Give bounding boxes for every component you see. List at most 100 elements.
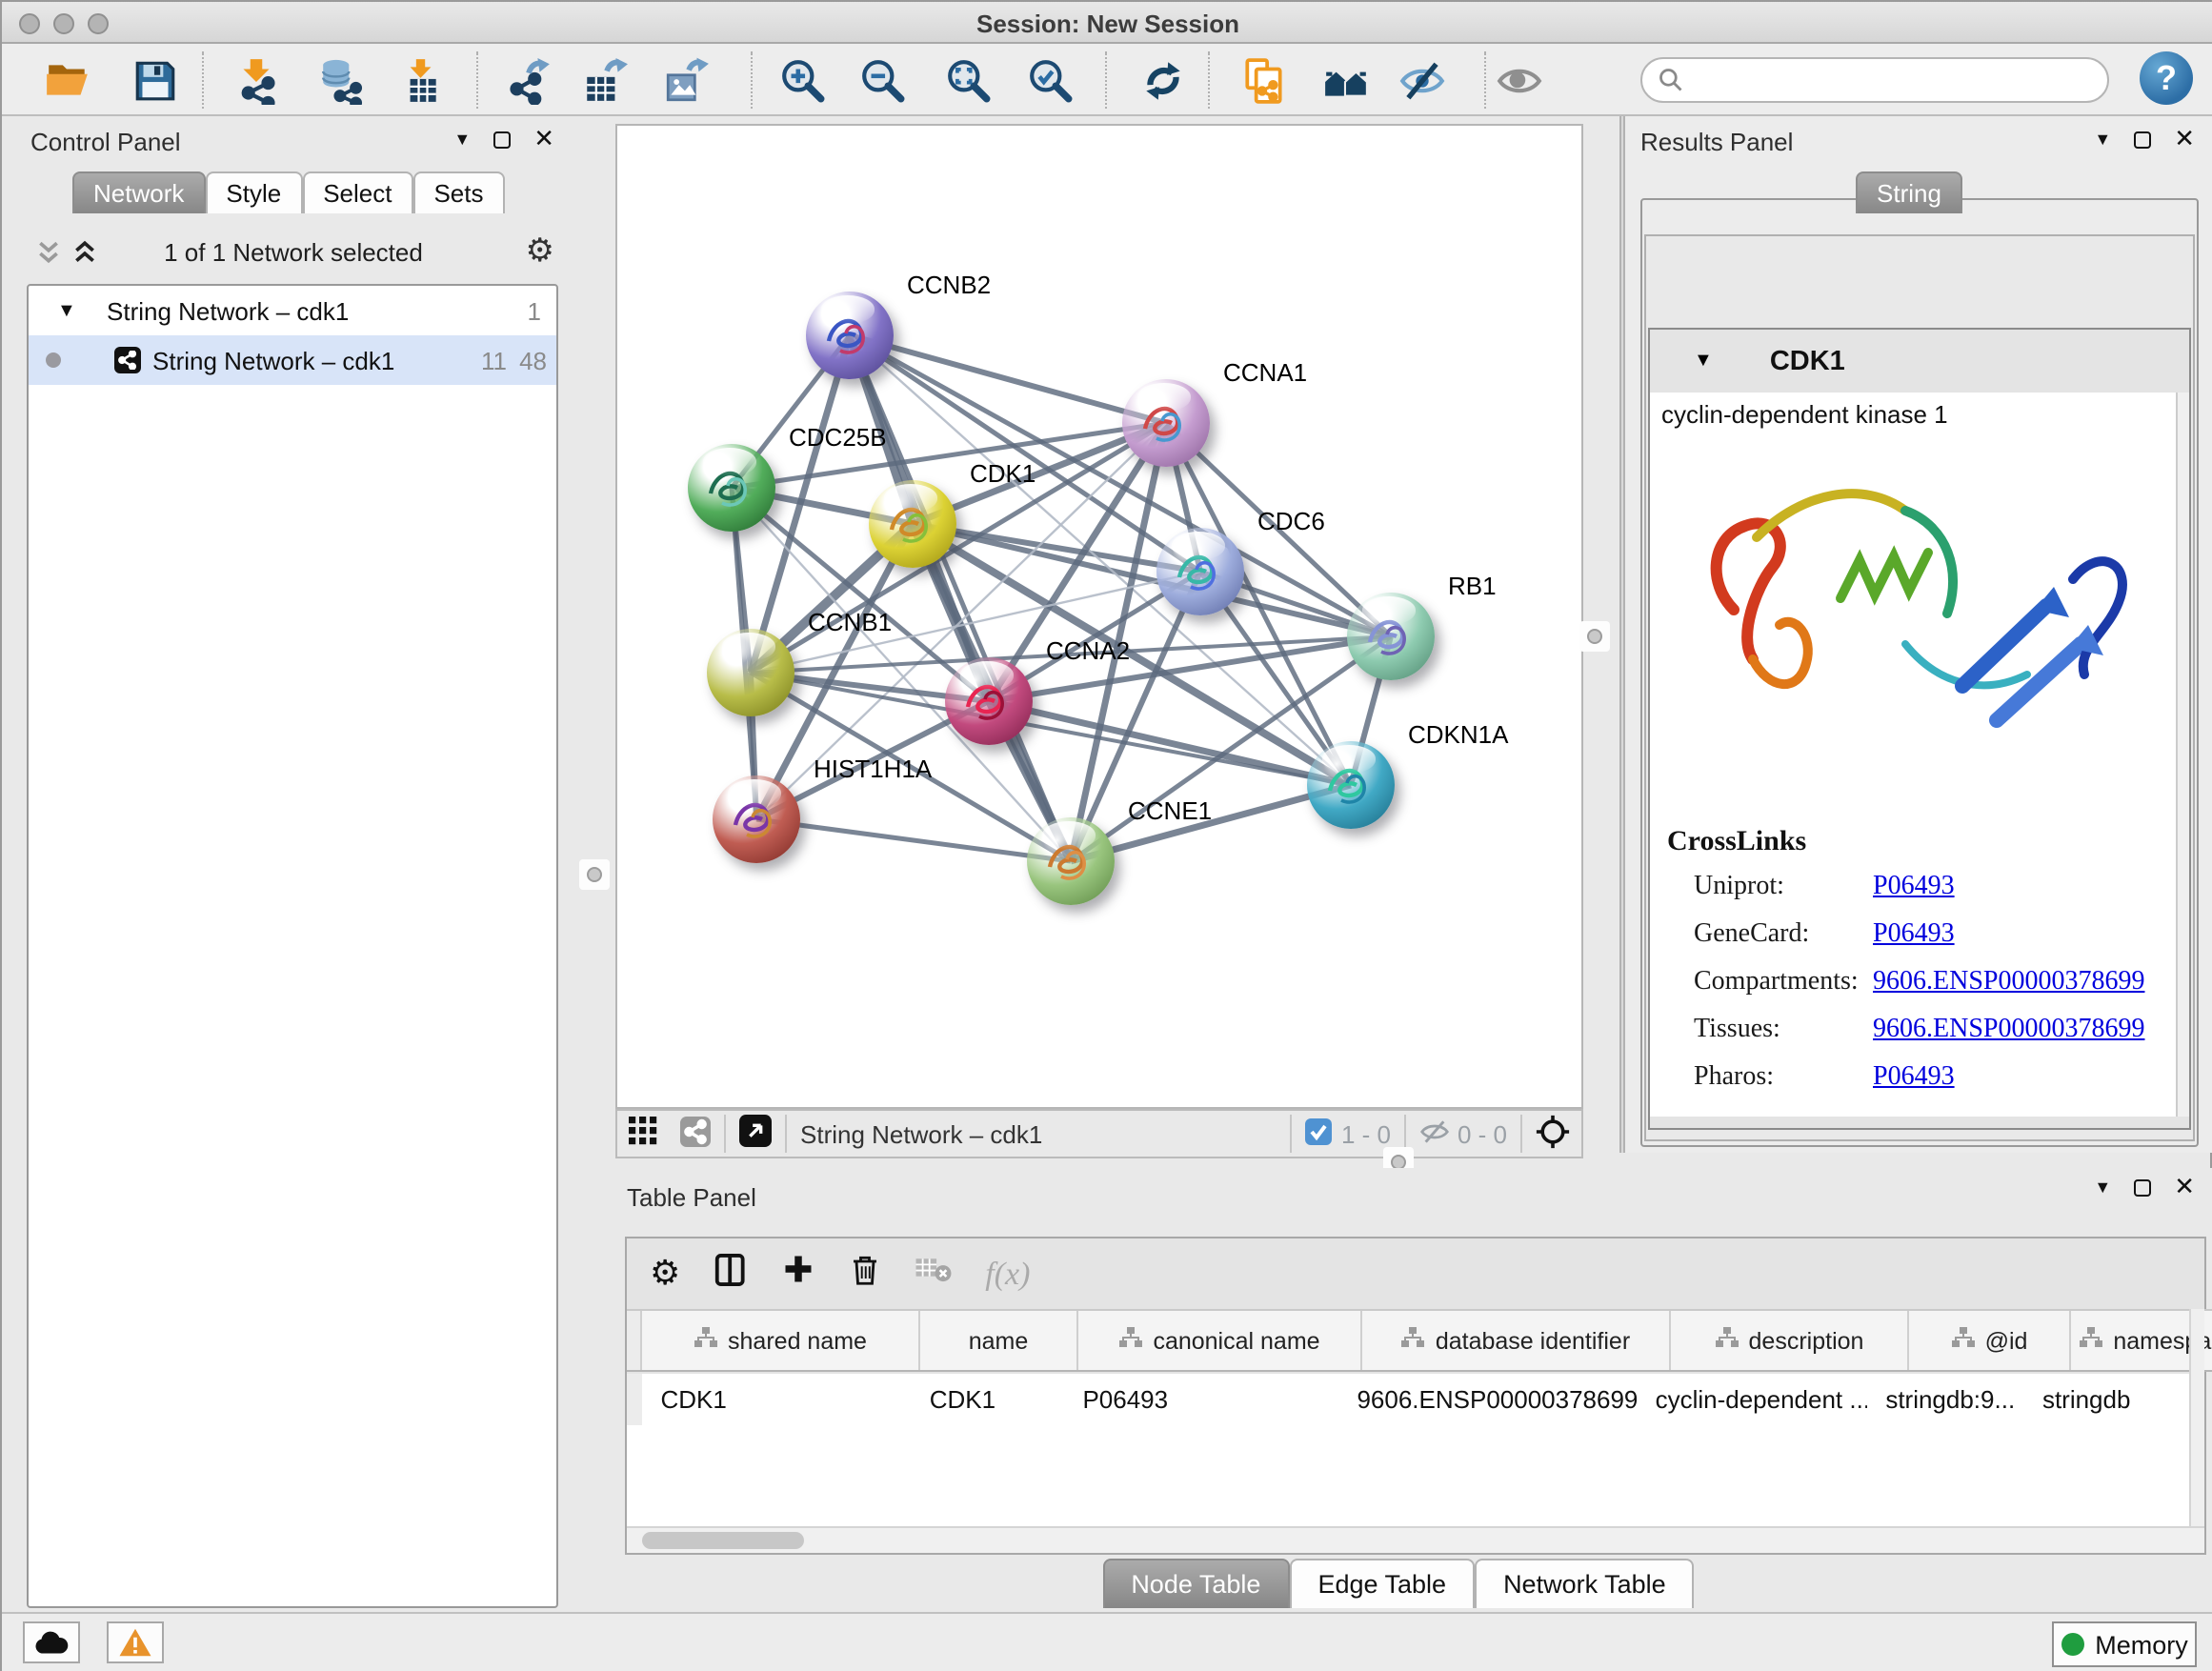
node-RB1[interactable] [1347, 593, 1435, 680]
import-network-file-button[interactable] [229, 53, 282, 107]
table-vertical-scrollbar[interactable] [2189, 1309, 2204, 1526]
node-CCNB2[interactable] [806, 292, 894, 379]
zoom-in-button[interactable] [775, 53, 829, 107]
crosslink-link[interactable]: P06493 [1873, 873, 1955, 903]
tab-sets[interactable]: Sets [412, 171, 504, 213]
function-builder-icon[interactable]: f(x) [985, 1255, 1030, 1293]
warnings-button[interactable] [107, 1621, 164, 1663]
network-share-view-icon[interactable] [680, 1116, 711, 1152]
tab-edge-table[interactable]: Edge Table [1289, 1559, 1475, 1608]
table-options-gear-icon[interactable]: ⚙ [650, 1254, 680, 1294]
tab-network[interactable]: Network [72, 171, 205, 213]
left-splitter-handle[interactable] [579, 859, 610, 890]
table-horizontal-scrollbar[interactable] [627, 1526, 2204, 1553]
hidden-eye-icon[interactable] [1419, 1117, 1450, 1150]
toolbar-separator [1208, 51, 1210, 109]
edge-CCNA2-CDKN1A[interactable] [989, 701, 1351, 785]
crosslink-link[interactable]: 9606.ENSP00000378699 [1873, 1016, 2144, 1046]
refresh-layout-button[interactable] [1136, 53, 1189, 107]
panel-menu-icon[interactable]: ▼ [2094, 130, 2111, 149]
column-header-description[interactable]: description [1671, 1311, 1909, 1370]
network-canvas[interactable]: CCNB2CCNA1CDC25BCDK1CDC6RB1CCNB1CCNA2CDK… [615, 124, 1583, 1109]
table-cell[interactable]: P06493 [1063, 1374, 1337, 1425]
tab-style[interactable]: Style [205, 171, 302, 213]
delete-column-icon[interactable] [848, 1251, 882, 1297]
collapse-section-icon[interactable]: ▼ [1694, 351, 1713, 372]
column-header--id[interactable]: @id [1909, 1311, 2071, 1370]
right-splitter-handle[interactable] [1579, 621, 1610, 652]
zoom-out-button[interactable] [855, 53, 909, 107]
column-header-name[interactable]: name [920, 1311, 1078, 1370]
float-panel-icon[interactable] [2134, 1178, 2151, 1196]
fit-content-button[interactable] [941, 53, 995, 107]
node-CDK1[interactable] [869, 480, 956, 568]
crosslink-link[interactable]: P06493 [1873, 920, 1955, 951]
panel-menu-icon[interactable]: ▼ [2094, 1178, 2111, 1197]
grid-view-icon[interactable] [629, 1117, 657, 1151]
first-neighbors-button[interactable] [1318, 53, 1372, 107]
tab-select[interactable]: Select [302, 171, 412, 213]
import-network-database-button[interactable] [314, 53, 368, 107]
node-HIST1H1A[interactable] [713, 775, 800, 863]
zoom-selected-button[interactable] [1023, 53, 1076, 107]
tab-string[interactable]: String [1856, 171, 1962, 213]
node-CCNA2[interactable] [945, 657, 1033, 745]
export-image-button[interactable] [659, 53, 713, 107]
delete-table-icon[interactable] [915, 1254, 953, 1294]
crosslink-link[interactable]: 9606.ENSP00000378699 [1873, 968, 2144, 998]
results-scrollbar[interactable] [2176, 393, 2189, 1117]
hide-selected-button[interactable] [1395, 53, 1448, 107]
search-input[interactable] [1684, 65, 2065, 95]
tab-network-table[interactable]: Network Table [1475, 1559, 1695, 1608]
table-cell[interactable]: CDK1 [641, 1374, 910, 1425]
tab-node-table[interactable]: Node Table [1102, 1559, 1289, 1608]
float-panel-icon[interactable] [493, 131, 511, 148]
node-CCNB1[interactable] [707, 629, 794, 716]
node-CDC25B[interactable] [688, 444, 775, 532]
export-network-button[interactable] [501, 53, 554, 107]
network-collection-row[interactable]: ▼ String Network – cdk1 1 [29, 286, 556, 335]
table-row[interactable]: CDK1CDK1P064939606.ENSP00000378699cyclin… [627, 1374, 2193, 1425]
float-panel-icon[interactable] [2134, 131, 2151, 148]
create-column-icon[interactable] [781, 1252, 815, 1296]
node-CDC6[interactable] [1156, 528, 1244, 615]
network-row-selected[interactable]: String Network – cdk1 11 48 [29, 335, 556, 385]
cdk1-section-header[interactable]: ▼ CDK1 [1650, 330, 2189, 393]
search-field[interactable] [1640, 57, 2109, 103]
edge-CCNE1-HIST1H1A[interactable] [756, 819, 1071, 861]
clone-network-button[interactable] [1237, 53, 1290, 107]
table-cell[interactable]: stringdb:9... [1866, 1374, 2023, 1425]
scrollbar-thumb[interactable] [642, 1532, 804, 1549]
birds-eye-crosshair-icon[interactable] [1536, 1114, 1570, 1154]
panel-menu-icon[interactable]: ▼ [453, 130, 471, 149]
save-session-button[interactable] [128, 53, 181, 107]
import-table-button[interactable] [392, 53, 446, 107]
collapse-tree-icon[interactable]: ▼ [57, 300, 76, 321]
node-CCNA1[interactable] [1122, 379, 1210, 467]
memory-button[interactable]: Memory [2052, 1621, 2197, 1667]
table-cell[interactable]: cyclin-dependent ... [1637, 1374, 1867, 1425]
close-panel-icon[interactable]: ✕ [533, 130, 554, 149]
network-options-gear-icon[interactable]: ⚙ [526, 232, 555, 271]
table-cell[interactable]: stringdb [2023, 1374, 2193, 1425]
selected-counts: 1 - 0 [1341, 1119, 1391, 1148]
close-panel-icon[interactable]: ✕ [2174, 130, 2195, 149]
detach-view-icon[interactable] [739, 1115, 772, 1153]
selected-checkbox-icon[interactable] [1305, 1117, 1332, 1150]
column-header-canonical-name[interactable]: canonical name [1078, 1311, 1362, 1370]
cloud-status-button[interactable] [23, 1621, 80, 1663]
show-columns-icon[interactable] [713, 1251, 749, 1297]
table-cell[interactable]: 9606.ENSP00000378699 [1337, 1374, 1636, 1425]
table-cell[interactable]: CDK1 [911, 1374, 1064, 1425]
column-header-shared-name[interactable]: shared name [642, 1311, 920, 1370]
crosslink-link[interactable]: P06493 [1873, 1063, 1955, 1094]
show-all-button[interactable] [1492, 53, 1545, 107]
open-session-button[interactable] [40, 53, 93, 107]
close-panel-icon[interactable]: ✕ [2174, 1178, 2195, 1197]
help-button[interactable]: ? [2140, 51, 2193, 105]
export-table-button[interactable] [577, 53, 631, 107]
node-CDKN1A[interactable] [1307, 741, 1395, 829]
toolbar-separator [1105, 51, 1107, 109]
node-CCNE1[interactable] [1027, 817, 1115, 905]
column-header-database-identifier[interactable]: database identifier [1362, 1311, 1671, 1370]
